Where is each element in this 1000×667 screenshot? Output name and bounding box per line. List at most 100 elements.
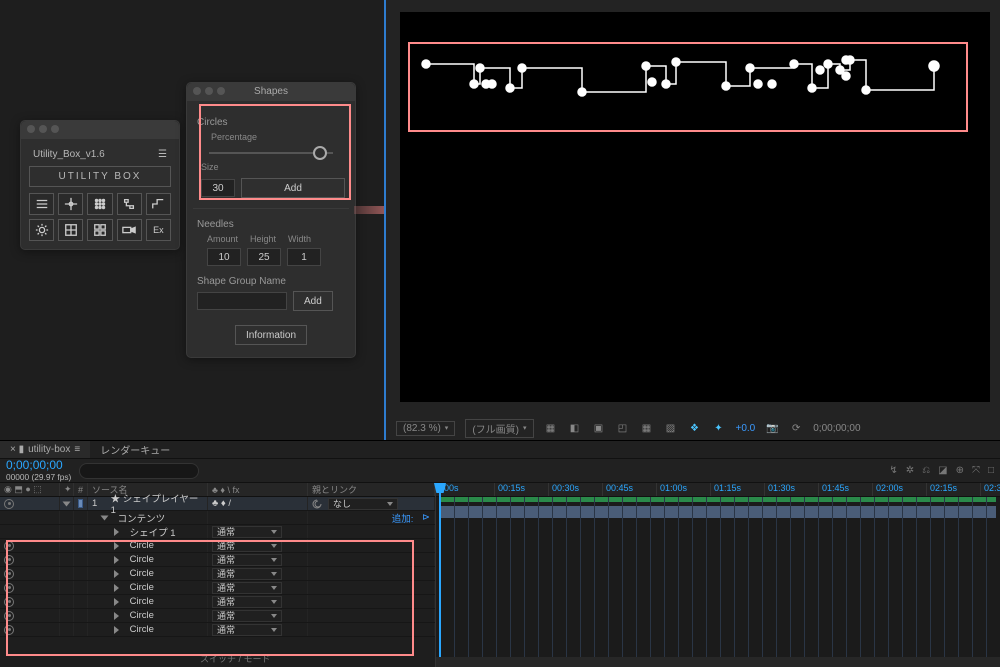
- tl-icon-7[interactable]: □: [988, 465, 994, 476]
- exposure-value[interactable]: +0.0: [736, 423, 756, 434]
- tl-icon-4[interactable]: ◪: [938, 465, 947, 476]
- blend-mode-dropdown[interactable]: 通常: [212, 582, 282, 594]
- circle-row[interactable]: Circle通常: [0, 539, 435, 553]
- util-btn-step[interactable]: [146, 193, 171, 215]
- parent-dropdown[interactable]: なし: [328, 498, 398, 510]
- blend-mode-dropdown[interactable]: 通常: [212, 568, 282, 580]
- layer-row-1[interactable]: 1 ★ シェイプレイヤー 1 ♣ ♦ / なし: [0, 497, 435, 511]
- percentage-slider[interactable]: [197, 148, 345, 162]
- twirl-icon[interactable]: [114, 612, 119, 620]
- util-btn-ex[interactable]: Ex: [146, 219, 171, 241]
- group-add-button[interactable]: Add: [293, 291, 333, 311]
- visibility-toggle[interactable]: [4, 611, 14, 621]
- playhead[interactable]: [439, 483, 441, 667]
- circle-row[interactable]: Circle通常: [0, 581, 435, 595]
- twirl-icon[interactable]: [114, 542, 119, 550]
- tl-icon-5[interactable]: ⊕: [956, 465, 964, 476]
- twirl-icon[interactable]: [114, 584, 119, 592]
- snapshot-icon[interactable]: 📷: [765, 421, 779, 435]
- mask-icon[interactable]: ▣: [592, 421, 606, 435]
- fx-icon[interactable]: ✦: [712, 421, 726, 435]
- channel-icon[interactable]: ▦: [640, 421, 654, 435]
- grid-icon[interactable]: ▦: [544, 421, 558, 435]
- quality-dropdown[interactable]: (フル画質)▾: [465, 419, 533, 438]
- tl-icon-2[interactable]: ✲: [906, 465, 914, 476]
- timeline-bottom-scrollbar[interactable]: [436, 657, 1000, 667]
- twirl-icon[interactable]: [63, 501, 71, 506]
- visibility-toggle[interactable]: [4, 569, 14, 579]
- time-ruler[interactable]: 00s00:15s00:30s00:45s01:00s01:15s01:30s0…: [436, 483, 1000, 497]
- track-panel[interactable]: 00s00:15s00:30s00:45s01:00s01:15s01:30s0…: [436, 483, 1000, 667]
- transparency-icon[interactable]: ▨: [664, 421, 678, 435]
- switch-mode-label[interactable]: スイッチ / モード: [200, 652, 271, 665]
- guides-icon[interactable]: ◧: [568, 421, 582, 435]
- visibility-toggle[interactable]: [4, 583, 14, 593]
- circle-row[interactable]: Circle通常: [0, 609, 435, 623]
- tl-icon-3[interactable]: ⎌: [922, 465, 930, 476]
- twirl-icon[interactable]: [114, 570, 119, 578]
- circle-row[interactable]: Circle通常: [0, 553, 435, 567]
- tab-composition[interactable]: × ▮ utility-box ≡: [0, 441, 90, 458]
- shapes-titlebar[interactable]: Shapes: [187, 83, 355, 101]
- twirl-icon[interactable]: [114, 598, 119, 606]
- blend-mode-dropdown[interactable]: 通常: [212, 540, 282, 552]
- traffic-lights[interactable]: [193, 87, 225, 95]
- twirl-icon[interactable]: [114, 556, 119, 564]
- twirl-icon[interactable]: [114, 626, 119, 634]
- utility-box-title: Utility_Box_v1.6: [33, 149, 105, 160]
- refresh-icon[interactable]: ⟳: [789, 421, 803, 435]
- util-btn-camera[interactable]: [117, 219, 142, 241]
- contents-row[interactable]: コンテンツ 追加: ⊳: [0, 511, 435, 525]
- visibility-toggle[interactable]: [4, 499, 14, 509]
- blend-mode-dropdown[interactable]: 通常: [212, 526, 282, 538]
- twirl-icon[interactable]: [114, 528, 119, 536]
- add-content-button[interactable]: 追加:: [392, 511, 414, 525]
- tab-render-queue[interactable]: レンダーキュー: [90, 441, 180, 458]
- blend-mode-dropdown[interactable]: 通常: [212, 624, 282, 636]
- visibility-toggle[interactable]: [4, 555, 14, 565]
- group-name-input[interactable]: [197, 292, 287, 310]
- shape-row[interactable]: シェイプ 1 通常: [0, 525, 435, 539]
- needles-section: Needles: [197, 219, 345, 230]
- twirl-icon[interactable]: [101, 515, 109, 520]
- traffic-lights[interactable]: [27, 125, 59, 133]
- timecode[interactable]: 0;00;00;00: [6, 458, 71, 472]
- width-input[interactable]: [287, 248, 321, 266]
- util-btn-windows[interactable]: [87, 219, 112, 241]
- blend-mode-dropdown[interactable]: 通常: [212, 554, 282, 566]
- util-btn-lines[interactable]: [29, 193, 54, 215]
- visibility-toggle[interactable]: [4, 541, 14, 551]
- blend-mode-dropdown[interactable]: 通常: [212, 610, 282, 622]
- circle-row[interactable]: Circle通常: [0, 595, 435, 609]
- util-btn-target[interactable]: [58, 219, 83, 241]
- visibility-toggle[interactable]: [4, 597, 14, 607]
- circle-row[interactable]: Circle通常: [0, 567, 435, 581]
- visibility-toggle[interactable]: [4, 625, 14, 635]
- util-btn-grid[interactable]: [87, 193, 112, 215]
- viewer-time[interactable]: 0;00;00;00: [813, 423, 860, 434]
- timeline-search[interactable]: [79, 463, 199, 479]
- util-btn-tree[interactable]: [117, 193, 142, 215]
- blend-mode-dropdown[interactable]: 通常: [212, 596, 282, 608]
- amount-input[interactable]: [207, 248, 241, 266]
- circles-add-button[interactable]: Add: [241, 178, 345, 198]
- util-btn-crosshair[interactable]: [58, 193, 83, 215]
- zoom-dropdown[interactable]: (82.3 %)▾: [396, 421, 455, 436]
- percentage-label: Percentage: [197, 132, 345, 142]
- size-input[interactable]: [201, 179, 235, 197]
- utility-box-titlebar[interactable]: [21, 121, 179, 139]
- viewer-footer: (82.3 %)▾ (フル画質)▾ ▦ ◧ ▣ ◰ ▦ ▨ ❖ ✦ +0.0 📷…: [386, 416, 1000, 440]
- timeline-header: 0;00;00;00 00000 (29.97 fps) ↯ ✲ ⎌ ◪ ⊕ ⤧…: [0, 459, 1000, 483]
- pickwhip-icon[interactable]: [312, 499, 322, 509]
- height-input[interactable]: [247, 248, 281, 266]
- tl-icon-6[interactable]: ⤧: [972, 465, 980, 476]
- color-icon[interactable]: ❖: [688, 421, 702, 435]
- information-button[interactable]: Information: [235, 325, 307, 345]
- menu-icon[interactable]: ☰: [158, 149, 167, 160]
- composition-viewer-pane: (82.3 %)▾ (フル画質)▾ ▦ ◧ ▣ ◰ ▦ ▨ ❖ ✦ +0.0 📷…: [384, 0, 1000, 440]
- color-label[interactable]: [78, 499, 83, 508]
- tl-icon-1[interactable]: ↯: [889, 465, 897, 476]
- region-icon[interactable]: ◰: [616, 421, 630, 435]
- circle-row[interactable]: Circle通常: [0, 623, 435, 637]
- util-btn-sun[interactable]: [29, 219, 54, 241]
